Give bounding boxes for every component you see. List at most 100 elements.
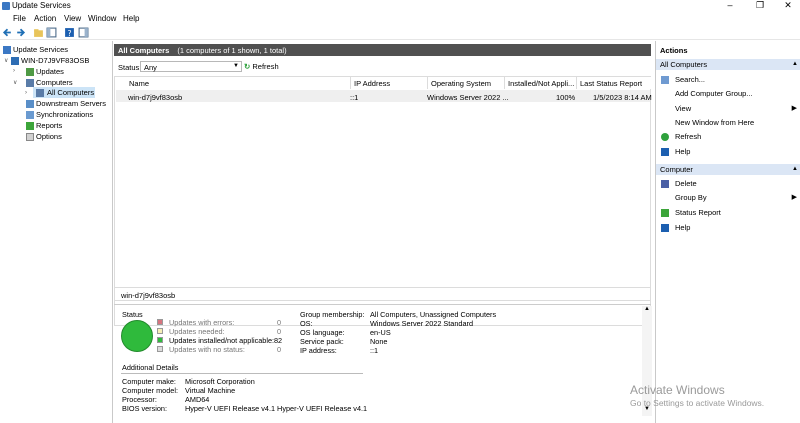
results-title: All Computers bbox=[118, 46, 170, 55]
legend-value-installed: 82 bbox=[274, 336, 283, 345]
menu-bar: File Action View Window Help bbox=[0, 12, 800, 25]
legend-label-errors: Updates with errors: bbox=[169, 318, 235, 327]
tree-item-update-services[interactable]: Update Services bbox=[13, 45, 68, 54]
watermark-line1: Activate Windows bbox=[630, 383, 725, 397]
additional-value-make: Microsoft Corporation bbox=[185, 377, 255, 386]
info-value-group: All Computers, Unassigned Computers bbox=[370, 310, 497, 319]
up-folder-icon[interactable] bbox=[33, 27, 44, 38]
status-filter-label: Status: bbox=[118, 63, 142, 72]
results-header: All Computers (1 computers of 1 shown, 1… bbox=[114, 44, 651, 56]
column-header-name[interactable]: Name bbox=[126, 77, 351, 89]
options-icon bbox=[26, 133, 34, 141]
collapse-section-icon[interactable]: ▲ bbox=[792, 166, 798, 172]
action-group-by[interactable]: Group By bbox=[675, 193, 707, 202]
legend-label-needed: Updates needed: bbox=[169, 327, 225, 336]
refresh-label: Refresh bbox=[252, 62, 279, 71]
cell-os: Windows Server 2022 ... bbox=[427, 93, 509, 102]
legend-swatch-needed bbox=[157, 328, 163, 334]
tree-item-updates[interactable]: Updates bbox=[36, 67, 64, 76]
info-key-language: OS language: bbox=[300, 328, 345, 337]
close-button[interactable]: ✕ bbox=[774, 0, 800, 12]
refresh-icon: ↻ bbox=[244, 62, 251, 71]
tree-item-computers[interactable]: Computers bbox=[36, 78, 73, 87]
minimize-button[interactable]: – bbox=[716, 0, 744, 12]
refresh-icon bbox=[661, 133, 669, 141]
column-header-last-report[interactable]: Last Status Report bbox=[577, 77, 651, 89]
collapse-icon[interactable]: ∨ bbox=[13, 79, 17, 86]
navigation-tree: Update Services ∨ WIN-D7J9VF83OSB › Upda… bbox=[0, 41, 113, 423]
help-icon bbox=[661, 224, 669, 232]
back-arrow-icon[interactable] bbox=[2, 27, 13, 38]
action-search[interactable]: Search... bbox=[675, 75, 705, 84]
additional-value-processor: AMD64 bbox=[185, 395, 210, 404]
status-filter-bar: Status: Any ▼ ↻ Refresh bbox=[114, 59, 651, 74]
results-count: (1 computers of 1 shown, 1 total) bbox=[177, 46, 287, 55]
info-value-language: en-US bbox=[370, 328, 391, 337]
show-action-pane-icon[interactable] bbox=[78, 27, 89, 38]
additional-value-bios: Hyper-V UEFI Release v4.1 Hyper-V UEFI R… bbox=[185, 404, 368, 413]
action-add-computer-group[interactable]: Add Computer Group... bbox=[675, 89, 753, 98]
menu-file[interactable]: File bbox=[13, 14, 26, 23]
show-hide-tree-icon[interactable] bbox=[46, 27, 57, 38]
collapse-section-icon[interactable]: ▲ bbox=[792, 61, 798, 67]
legend-value-no-status: 0 bbox=[277, 345, 282, 354]
cell-name: win-d7j9vf83osb bbox=[128, 93, 183, 102]
additional-details-title: Additional Details bbox=[122, 363, 179, 372]
action-help[interactable]: Help bbox=[675, 147, 690, 156]
server-icon bbox=[11, 57, 19, 65]
info-value-ip: ::1 bbox=[370, 346, 379, 355]
additional-value-model: Virtual Machine bbox=[185, 386, 236, 395]
info-key-group: Group membership: bbox=[300, 310, 365, 319]
legend-swatch-installed bbox=[157, 337, 163, 343]
menu-window[interactable]: Window bbox=[88, 14, 116, 23]
action-refresh[interactable]: Refresh bbox=[675, 132, 701, 141]
column-header-installed[interactable]: Installed/Not Appli... bbox=[505, 77, 577, 89]
refresh-button[interactable]: ↻ Refresh bbox=[244, 62, 279, 71]
collapse-icon[interactable]: ∨ bbox=[4, 57, 8, 64]
menu-help[interactable]: Help bbox=[123, 14, 139, 23]
action-delete[interactable]: Delete bbox=[675, 179, 697, 188]
center-pane: All Computers (1 computers of 1 shown, 1… bbox=[114, 41, 655, 423]
computer-details-panel: Status Updates with errors: 0 Updates ne… bbox=[114, 304, 651, 423]
additional-key-processor: Processor: bbox=[122, 395, 157, 404]
tree-item-downstream-servers[interactable]: Downstream Servers bbox=[36, 99, 106, 108]
menu-view[interactable]: View bbox=[64, 14, 81, 23]
scroll-up-icon[interactable]: ▲ bbox=[644, 306, 650, 312]
additional-key-make: Computer make: bbox=[122, 377, 176, 386]
synchronizations-icon bbox=[26, 111, 34, 119]
tree-item-reports[interactable]: Reports bbox=[36, 121, 62, 130]
help-icon[interactable]: ? bbox=[64, 27, 75, 38]
column-header-os[interactable]: Operating System bbox=[428, 77, 505, 89]
action-new-window[interactable]: New Window from Here bbox=[675, 118, 754, 127]
window-title: Update Services bbox=[12, 1, 71, 10]
actions-section-computer[interactable]: Computer ▲ bbox=[656, 164, 800, 175]
reports-icon bbox=[26, 122, 34, 130]
update-services-icon bbox=[3, 46, 11, 54]
actions-section-all-computers[interactable]: All Computers ▲ bbox=[656, 59, 800, 70]
maximize-button[interactable]: ❐ bbox=[746, 0, 774, 12]
tree-item-all-computers[interactable]: All Computers bbox=[47, 88, 94, 97]
info-key-service-pack: Service pack: bbox=[300, 337, 344, 346]
action-view[interactable]: View bbox=[675, 104, 691, 113]
updates-icon bbox=[26, 68, 34, 76]
info-key-ip: IP address: bbox=[300, 346, 337, 355]
app-icon bbox=[2, 2, 10, 10]
computer-group-icon bbox=[36, 89, 44, 97]
menu-action[interactable]: Action bbox=[34, 14, 56, 23]
legend-value-errors: 0 bbox=[277, 318, 282, 327]
detail-computer-name: win-d7j9vf83osb bbox=[114, 287, 651, 301]
tree-item-synchronizations[interactable]: Synchronizations bbox=[36, 110, 93, 119]
tree-item-server[interactable]: WIN-D7J9VF83OSB bbox=[21, 56, 89, 65]
action-status-report[interactable]: Status Report bbox=[675, 208, 721, 217]
legend-swatch-no-status bbox=[157, 346, 163, 352]
legend-label-installed: Updates installed/not applicable: bbox=[169, 336, 275, 345]
expand-icon[interactable]: › bbox=[25, 90, 27, 96]
section-label-all-computers: All Computers bbox=[660, 60, 708, 69]
forward-arrow-icon[interactable] bbox=[15, 27, 26, 38]
status-filter-dropdown[interactable]: Any ▼ bbox=[140, 61, 242, 72]
column-header-ip[interactable]: IP Address bbox=[351, 77, 428, 89]
expand-icon[interactable]: › bbox=[13, 68, 15, 74]
action-help-computer[interactable]: Help bbox=[675, 223, 690, 232]
divider bbox=[121, 373, 363, 374]
tree-item-options[interactable]: Options bbox=[36, 132, 62, 141]
